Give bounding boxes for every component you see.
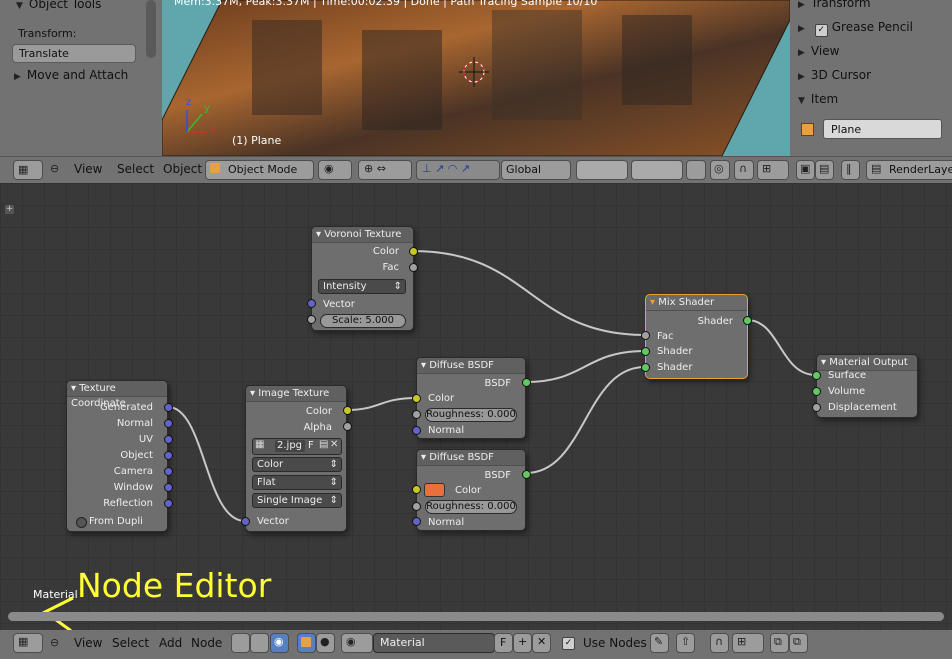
material-name-field[interactable]: Material [373, 633, 495, 653]
shader-tree-type-button[interactable] [231, 633, 250, 653]
node-snap-element-selector[interactable]: ⊞ [732, 633, 764, 653]
node-editor-header: ▦ ⊖ View Select Add Node ◉ ● ◉ Material … [0, 630, 952, 659]
node-editor-type-icon: ▦ [18, 635, 29, 648]
paste-nodes-button[interactable]: ⧉ [789, 633, 808, 653]
material-shader-type-button[interactable]: ◉ [270, 633, 289, 653]
material-browse-icon: ◉ [346, 635, 356, 648]
collapse-menus-icon[interactable]: ⊖ [50, 636, 59, 649]
copy-nodes-button[interactable]: ⧉ [770, 633, 789, 653]
magnet-icon: ∩ [715, 635, 724, 648]
paste-icon: ⧉ [793, 635, 801, 648]
use-nodes-checkbox[interactable]: ✓ [562, 637, 575, 650]
use-nodes-label: Use Nodes [583, 636, 647, 650]
node-select-menu[interactable]: Select [112, 636, 149, 650]
annotation-marks [42, 596, 318, 659]
new-material-button[interactable]: + [513, 633, 532, 653]
pin-icon: ✎ [654, 635, 664, 648]
parent-arrow-icon: ⇧ [681, 635, 691, 648]
close-icon: ✕ [537, 635, 547, 648]
unlink-material-button[interactable]: ✕ [532, 633, 551, 653]
node-snap-toggle[interactable]: ∩ [710, 633, 729, 653]
fake-user-label: F [500, 636, 507, 649]
node-editor-type-selector[interactable]: ▦ [13, 633, 43, 653]
material-browse-button[interactable]: ◉ [341, 633, 373, 653]
object-cube-icon [301, 637, 311, 647]
go-parent-button[interactable]: ⇧ [676, 633, 695, 653]
snap-grid-icon: ⊞ [737, 635, 747, 648]
texture-tree-type-button[interactable] [250, 633, 269, 653]
copy-icon: ⧉ [774, 635, 782, 648]
plus-icon: + [518, 635, 528, 648]
node-editor-scrollbar[interactable] [8, 612, 944, 621]
world-shader-type-button[interactable]: ● [316, 633, 335, 653]
material-sphere-icon: ◉ [274, 635, 284, 648]
material-fake-user-button[interactable]: F [494, 633, 513, 653]
node-view-menu[interactable]: View [74, 636, 102, 650]
pin-button[interactable]: ✎ [650, 633, 669, 653]
node-node-menu[interactable]: Node [191, 636, 222, 650]
node-add-menu[interactable]: Add [159, 636, 182, 650]
object-shader-type-button[interactable] [297, 633, 316, 653]
material-name-value: Material [380, 636, 425, 649]
world-icon: ● [320, 635, 330, 648]
